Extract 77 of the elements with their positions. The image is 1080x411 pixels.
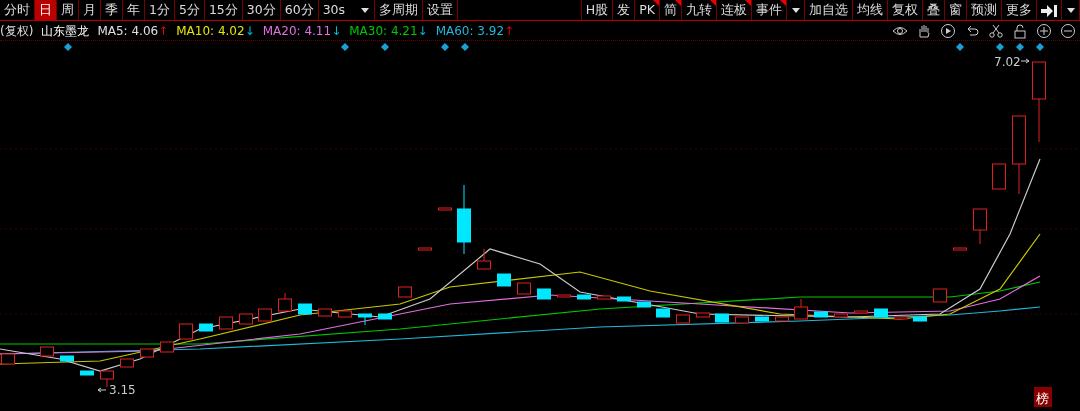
- candlestick: [597, 295, 611, 300]
- trend-arrow: ↑: [504, 22, 515, 40]
- candlestick: [477, 248, 491, 270]
- candlestick: [834, 313, 848, 318]
- pointer-arrow: [1020, 58, 1030, 64]
- candlestick: [953, 247, 967, 251]
- candlestick: [398, 286, 412, 298]
- candlestick: [258, 308, 272, 322]
- candlestick: [80, 370, 94, 376]
- trend-arrow: ↓: [244, 22, 255, 40]
- ma-value: MA60: 3.92: [435, 22, 505, 40]
- caret-icon: [1066, 8, 1075, 13]
- arrow-to-bar-icon: [1041, 4, 1057, 17]
- scissors-icon[interactable]: [988, 22, 1004, 39]
- stock-name: 山东墨龙: [41, 22, 90, 40]
- caret-icon: [791, 8, 800, 13]
- candlestick: [794, 298, 808, 320]
- candlestick: [278, 292, 292, 312]
- candlestick: [179, 323, 193, 340]
- candlestick: [617, 296, 631, 302]
- candlestick: [854, 310, 868, 314]
- candlestick: [656, 308, 670, 318]
- pointer-arrow: [97, 387, 107, 393]
- candlestick: [913, 316, 927, 322]
- candlestick: [1, 353, 15, 365]
- hand-icon[interactable]: [916, 22, 932, 39]
- candlestick: [735, 316, 749, 324]
- zoom-out-icon[interactable]: [1060, 22, 1076, 39]
- candlestick: [992, 163, 1006, 190]
- candlestick: [696, 312, 710, 318]
- caret-icon: [361, 7, 370, 13]
- candlestick: [676, 314, 690, 324]
- candlestick: [418, 247, 432, 251]
- candlestick: [517, 282, 531, 295]
- ma-value: MA30: 4.21: [349, 22, 418, 40]
- candlestick: [60, 355, 74, 362]
- trend-arrow: ↑: [158, 22, 169, 40]
- candlestick: [497, 273, 511, 287]
- ma-value: MA5: 4.06: [97, 22, 159, 40]
- candlestick: [577, 294, 591, 300]
- candlestick: [378, 313, 392, 320]
- candlestick: [755, 316, 769, 322]
- candlestick: [40, 346, 54, 357]
- candlestick: [219, 316, 233, 330]
- candlestick: [239, 313, 253, 325]
- adjust-label: (复权): [0, 22, 34, 40]
- ma-value: MA20: 4.11: [262, 22, 332, 40]
- candlestick: [557, 294, 571, 298]
- candlestick: [160, 341, 174, 353]
- period-tab[interactable]: 日: [35, 0, 57, 20]
- candlestick: [298, 303, 312, 315]
- candlestick: [537, 288, 551, 300]
- candlestick: [199, 323, 213, 332]
- candlestick: [715, 313, 729, 323]
- high-price-label: 7.02: [994, 55, 1021, 69]
- candlestick: [775, 316, 789, 322]
- lock-icon[interactable]: [1012, 22, 1028, 39]
- candlestick: [120, 358, 134, 368]
- candlestick: [318, 308, 332, 317]
- trend-arrow: ↓: [331, 22, 342, 40]
- candlestick: [140, 348, 154, 358]
- play-icon[interactable]: [940, 22, 956, 39]
- low-price-label: 3.15: [109, 383, 136, 397]
- zoom-in-icon[interactable]: [1036, 22, 1052, 39]
- candlestick: [358, 313, 372, 326]
- candlestick: [457, 184, 471, 255]
- candlestick: [338, 310, 352, 318]
- ranking-badge[interactable]: 榜: [1034, 387, 1052, 407]
- candlestick: [933, 288, 947, 303]
- candlestick: [894, 316, 908, 320]
- candlestick: [874, 308, 888, 318]
- ma-value: MA10: 4.02: [176, 22, 245, 40]
- candlestick: [438, 207, 452, 211]
- candlestick: [973, 208, 987, 245]
- trend-arrow: ↓: [417, 22, 428, 40]
- candlestick: [637, 301, 651, 308]
- candlestick: [814, 311, 828, 318]
